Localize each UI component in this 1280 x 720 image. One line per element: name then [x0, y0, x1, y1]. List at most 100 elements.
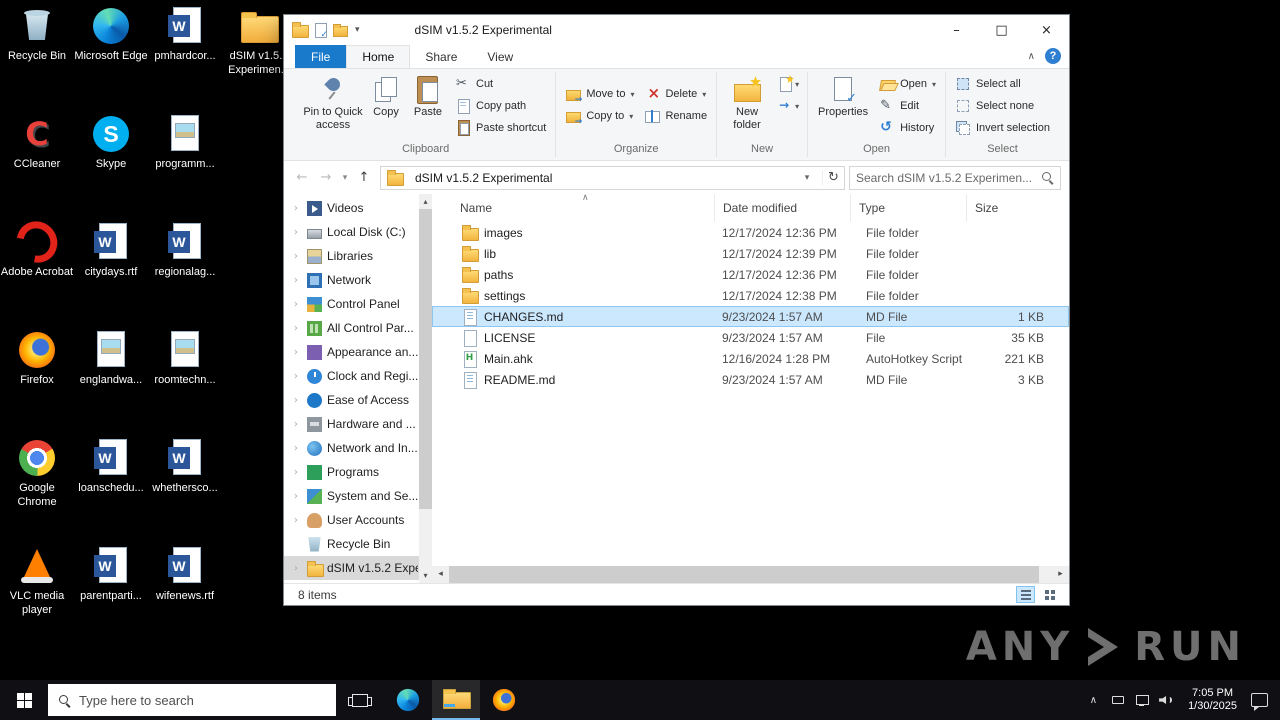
desktop-icon[interactable]: citydays.rtf	[74, 216, 148, 324]
address-box[interactable]: dSIM v1.5.2 Experimental ▾ ↻	[380, 165, 845, 190]
new-item-button[interactable]: ▾	[773, 73, 803, 95]
expand-chevron-icon[interactable]: ›	[294, 275, 302, 286]
hidden-icons-button[interactable]: ∧	[1081, 695, 1106, 706]
easy-access-button[interactable]: ▾	[773, 95, 803, 117]
desktop-icon[interactable]: pmhardcor...	[148, 0, 222, 108]
select-none-button[interactable]: Select none	[950, 95, 1055, 117]
nav-item[interactable]: › All Control Par...	[284, 316, 432, 340]
expand-chevron-icon[interactable]: ›	[294, 203, 302, 214]
nav-item[interactable]: › Network and In...	[284, 436, 432, 460]
file-row[interactable]: LICENSE 9/23/2024 1:57 AM File 35 KB	[432, 327, 1069, 348]
column-header-name[interactable]: ∧ Name	[432, 194, 722, 222]
title-bar[interactable]: ▾ dSIM v1.5.2 Experimental – □ ×	[284, 15, 1069, 45]
desktop-icon[interactable]: loanschedu...	[74, 432, 148, 540]
move-to-button[interactable]: Move to▾	[560, 83, 639, 105]
search-input[interactable]	[856, 170, 1041, 185]
desktop-icon[interactable]: whethersco...	[148, 432, 222, 540]
nav-item[interactable]: › Network	[284, 268, 432, 292]
desktop-icon[interactable]: wifenews.rtf	[148, 540, 222, 648]
nav-item[interactable]: › dSIM v1.5.2 Expe...	[284, 556, 432, 580]
up-button[interactable]: ↑	[352, 166, 376, 190]
properties-button[interactable]: Properties	[812, 71, 874, 122]
horizontal-scrollbar[interactable]: ◂ ▸	[432, 566, 1069, 583]
tab-share[interactable]: Share	[410, 45, 472, 68]
desktop-icon[interactable]: Google Chrome	[0, 432, 74, 540]
taskbar-search[interactable]	[48, 684, 336, 716]
details-view-button[interactable]	[1016, 586, 1035, 603]
desktop-icon[interactable]: parentparti...	[74, 540, 148, 648]
scrollbar-thumb[interactable]	[419, 209, 432, 509]
file-row[interactable]: README.md 9/23/2024 1:57 AM MD File 3 KB	[432, 369, 1069, 390]
expand-chevron-icon[interactable]: ›	[294, 515, 302, 526]
desktop-icon[interactable]: Recycle Bin	[0, 0, 74, 108]
large-icons-view-button[interactable]	[1040, 586, 1059, 603]
desktop-icon[interactable]: Adobe Acrobat	[0, 216, 74, 324]
cut-button[interactable]: Cut	[450, 73, 551, 95]
desktop-icon[interactable]: roomtechn...	[148, 324, 222, 432]
select-all-button[interactable]: Select all	[950, 73, 1055, 95]
column-header-type[interactable]: Type	[850, 194, 974, 222]
close-button[interactable]: ×	[1024, 15, 1069, 45]
help-button[interactable]: ?	[1045, 48, 1061, 64]
file-row[interactable]: images 12/17/2024 12:36 PM File folder	[432, 222, 1069, 243]
nav-item[interactable]: › Videos	[284, 196, 432, 220]
nav-item[interactable]: › Libraries	[284, 244, 432, 268]
nav-item[interactable]: › Local Disk (C:)	[284, 220, 432, 244]
file-row[interactable]: Main.ahk 12/16/2024 1:28 PM AutoHotkey S…	[432, 348, 1069, 369]
nav-item[interactable]: › Ease of Access	[284, 388, 432, 412]
invert-selection-button[interactable]: Invert selection	[950, 117, 1055, 139]
touch-keyboard-icon[interactable]	[1110, 692, 1126, 708]
new-folder-button[interactable]: New folder	[721, 71, 773, 134]
copy-path-button[interactable]: Copy path	[450, 95, 551, 117]
open-button[interactable]: Open ▾	[874, 73, 941, 95]
edit-button[interactable]: Edit	[874, 95, 941, 117]
desktop-icon[interactable]: Skype	[74, 108, 148, 216]
file-row[interactable]: CHANGES.md 9/23/2024 1:57 AM MD File 1 K…	[432, 306, 1069, 327]
nav-item[interactable]: › User Accounts	[284, 508, 432, 532]
nav-item[interactable]: › Programs	[284, 460, 432, 484]
scrollbar-thumb[interactable]	[449, 566, 1039, 583]
expand-chevron-icon[interactable]: ›	[294, 467, 302, 478]
expand-chevron-icon[interactable]: ›	[294, 395, 302, 406]
minimize-button[interactable]: –	[934, 15, 979, 45]
nav-item[interactable]: › Recycle Bin	[284, 532, 432, 556]
taskbar-explorer-button[interactable]	[432, 680, 480, 720]
paste-shortcut-button[interactable]: Paste shortcut	[450, 117, 551, 139]
expand-chevron-icon[interactable]: ›	[294, 371, 302, 382]
expand-chevron-icon[interactable]: ›	[294, 419, 302, 430]
breadcrumb[interactable]: dSIM v1.5.2 Experimental	[415, 171, 552, 185]
desktop-icon[interactable]: regionalag...	[148, 216, 222, 324]
desktop-icon[interactable]: programm...	[148, 108, 222, 216]
desktop-icon[interactable]: Firefox	[0, 324, 74, 432]
expand-chevron-icon[interactable]: ›	[294, 443, 302, 454]
file-row[interactable]: lib 12/17/2024 12:39 PM File folder	[432, 243, 1069, 264]
taskbar-search-input[interactable]	[79, 692, 326, 708]
expand-chevron-icon[interactable]: ›	[294, 491, 302, 502]
collapse-ribbon-button[interactable]: ∧	[1028, 51, 1035, 62]
taskbar-edge-button[interactable]	[384, 680, 432, 720]
back-button[interactable]: ←	[290, 166, 314, 190]
nav-item[interactable]: › Appearance an...	[284, 340, 432, 364]
nav-item[interactable]: › Control Panel	[284, 292, 432, 316]
desktop-icon[interactable]: englandwa...	[74, 324, 148, 432]
desktop-icon[interactable]: CCleaner	[0, 108, 74, 216]
nav-item[interactable]: › Hardware and ...	[284, 412, 432, 436]
forward-button[interactable]: →	[314, 166, 338, 190]
rename-button[interactable]: Rename	[639, 105, 712, 127]
network-icon[interactable]	[1134, 692, 1150, 708]
copy-to-button[interactable]: Copy to▾	[560, 105, 639, 127]
tab-file[interactable]: File	[295, 45, 347, 68]
nav-item[interactable]: › Clock and Regi...	[284, 364, 432, 388]
desktop-icon[interactable]: VLC media player	[0, 540, 74, 648]
copy-button[interactable]: Copy	[366, 71, 406, 122]
scroll-down-icon[interactable]: ▾	[419, 568, 432, 583]
nav-scrollbar[interactable]: ▴ ▾	[419, 194, 432, 583]
taskbar-clock[interactable]: 7:05 PM 1/30/2025	[1188, 687, 1237, 713]
column-header-date[interactable]: Date modified	[714, 194, 858, 222]
expand-chevron-icon[interactable]: ›	[294, 347, 302, 358]
scroll-up-icon[interactable]: ▴	[419, 194, 432, 209]
recent-locations-dropdown[interactable]: ▾	[338, 166, 352, 190]
pin-to-quick-access-button[interactable]: Pin to Quick access	[300, 71, 366, 134]
paste-button[interactable]: Paste	[406, 71, 450, 122]
scroll-left-icon[interactable]: ◂	[432, 566, 449, 583]
